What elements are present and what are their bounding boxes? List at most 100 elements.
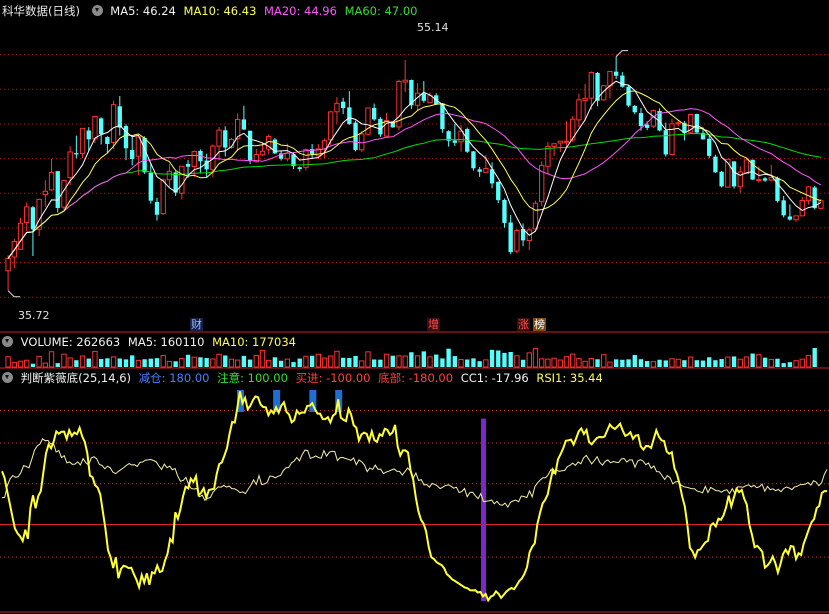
signal-bar-purple bbox=[481, 418, 487, 602]
volume-bar bbox=[514, 355, 520, 368]
candle-body bbox=[297, 167, 302, 169]
volume-bar bbox=[663, 360, 668, 367]
candle-body bbox=[638, 113, 644, 126]
volume-bar bbox=[719, 359, 724, 367]
candle-body bbox=[675, 122, 681, 125]
event-tag-zeng[interactable]: 增 bbox=[427, 318, 440, 331]
volume-bar bbox=[334, 350, 340, 368]
volume-bar bbox=[496, 350, 501, 367]
volume-bar bbox=[191, 356, 197, 368]
candle-body bbox=[334, 102, 340, 113]
candle-body bbox=[805, 186, 812, 202]
volume-ma10-label: MA10: 177034 bbox=[212, 335, 296, 349]
volume-bar bbox=[700, 360, 706, 367]
volume-bar bbox=[216, 353, 222, 368]
volume-ma5-label: MA5: 160110 bbox=[127, 335, 205, 349]
candle-body bbox=[378, 118, 383, 135]
volume-bar bbox=[607, 361, 613, 368]
event-tag-bang[interactable]: 榜 bbox=[533, 318, 546, 331]
jiancang-label: 减仓: 180.00 bbox=[138, 371, 210, 385]
volume-bar bbox=[272, 357, 278, 367]
ma20-label: MA20: 44.96 bbox=[264, 4, 337, 18]
volume-bar bbox=[210, 358, 216, 368]
volume-bar bbox=[477, 361, 482, 367]
candle-body bbox=[61, 180, 67, 208]
candle-body bbox=[632, 105, 637, 113]
candle-body bbox=[502, 199, 507, 223]
volume-bar bbox=[743, 356, 750, 368]
candle-body bbox=[259, 150, 266, 156]
candle-body bbox=[284, 152, 290, 160]
volume-bar bbox=[61, 353, 67, 368]
candle-body bbox=[223, 130, 228, 148]
high-marker-line bbox=[615, 50, 629, 57]
candle-body bbox=[663, 130, 668, 155]
volume-bar bbox=[799, 358, 805, 368]
dropdown-circle-icon[interactable] bbox=[91, 5, 103, 16]
volume-bar bbox=[657, 359, 662, 367]
volume-bar bbox=[383, 353, 390, 368]
volume-bar bbox=[588, 358, 595, 368]
candle-body bbox=[557, 140, 563, 144]
volume-bar bbox=[520, 359, 526, 367]
volume-bar bbox=[669, 358, 675, 368]
volume-bar bbox=[241, 355, 247, 367]
candle-body bbox=[24, 206, 30, 224]
candle-body bbox=[576, 99, 582, 121]
volume-bar bbox=[805, 354, 812, 368]
candle-body bbox=[756, 179, 762, 182]
candle-body bbox=[644, 124, 650, 128]
volume-bar bbox=[5, 356, 11, 368]
volume-bar bbox=[414, 355, 421, 368]
volume-bar bbox=[24, 359, 30, 368]
ma5-label: MA5: 46.24 bbox=[110, 4, 176, 18]
volume-bar bbox=[30, 363, 36, 367]
candle-body bbox=[86, 130, 91, 140]
volume-bar bbox=[613, 359, 619, 367]
candle-body bbox=[477, 169, 482, 172]
volume-bar bbox=[247, 359, 253, 367]
volume-bar bbox=[328, 355, 334, 368]
volume-bar bbox=[173, 361, 178, 367]
candle-body bbox=[142, 138, 147, 173]
volume-bar bbox=[154, 358, 160, 367]
event-tag-cai[interactable]: 财 bbox=[190, 318, 203, 331]
volume-bar bbox=[682, 360, 687, 367]
volume-bar bbox=[508, 351, 513, 367]
candle-body bbox=[713, 156, 718, 173]
price-header: 科华数据(日线) MA5: 46.24 MA10: 46.43 MA20: 44… bbox=[2, 4, 417, 18]
candle-body bbox=[105, 137, 110, 144]
price-high-label: 55.14 bbox=[417, 21, 449, 34]
volume-bar bbox=[787, 362, 793, 367]
volume-bar bbox=[713, 360, 718, 367]
event-tag-zhang[interactable]: 涨 bbox=[517, 318, 530, 331]
volume-bar bbox=[483, 359, 489, 368]
candle-body bbox=[110, 104, 117, 144]
candle-body bbox=[92, 115, 98, 140]
volume-bar bbox=[446, 348, 451, 367]
volume-bar bbox=[110, 356, 117, 368]
dropdown-circle-icon[interactable] bbox=[2, 336, 13, 347]
volume-bar bbox=[620, 359, 625, 367]
volume-bar bbox=[303, 355, 309, 368]
volume-bar bbox=[812, 348, 817, 367]
volume-bar bbox=[595, 359, 600, 367]
volume-bar bbox=[74, 360, 79, 367]
candle-body bbox=[762, 178, 768, 181]
rsi1-label: RSI1: 35.44 bbox=[536, 371, 603, 385]
volume-bar bbox=[135, 359, 142, 368]
candle-body bbox=[135, 136, 142, 157]
volume-bar bbox=[309, 355, 315, 367]
candle-body bbox=[5, 257, 11, 272]
volume-bar bbox=[768, 358, 774, 368]
candle-body bbox=[508, 222, 513, 253]
dropdown-circle-icon[interactable] bbox=[2, 372, 13, 383]
ma60-line bbox=[7, 132, 821, 259]
candle-body bbox=[359, 133, 365, 151]
volume-bar bbox=[266, 359, 272, 368]
volume-bar bbox=[223, 355, 228, 367]
volume-bar bbox=[148, 358, 153, 367]
candle-body bbox=[17, 222, 24, 250]
volume-bar bbox=[781, 363, 786, 367]
candle-body bbox=[154, 202, 160, 215]
